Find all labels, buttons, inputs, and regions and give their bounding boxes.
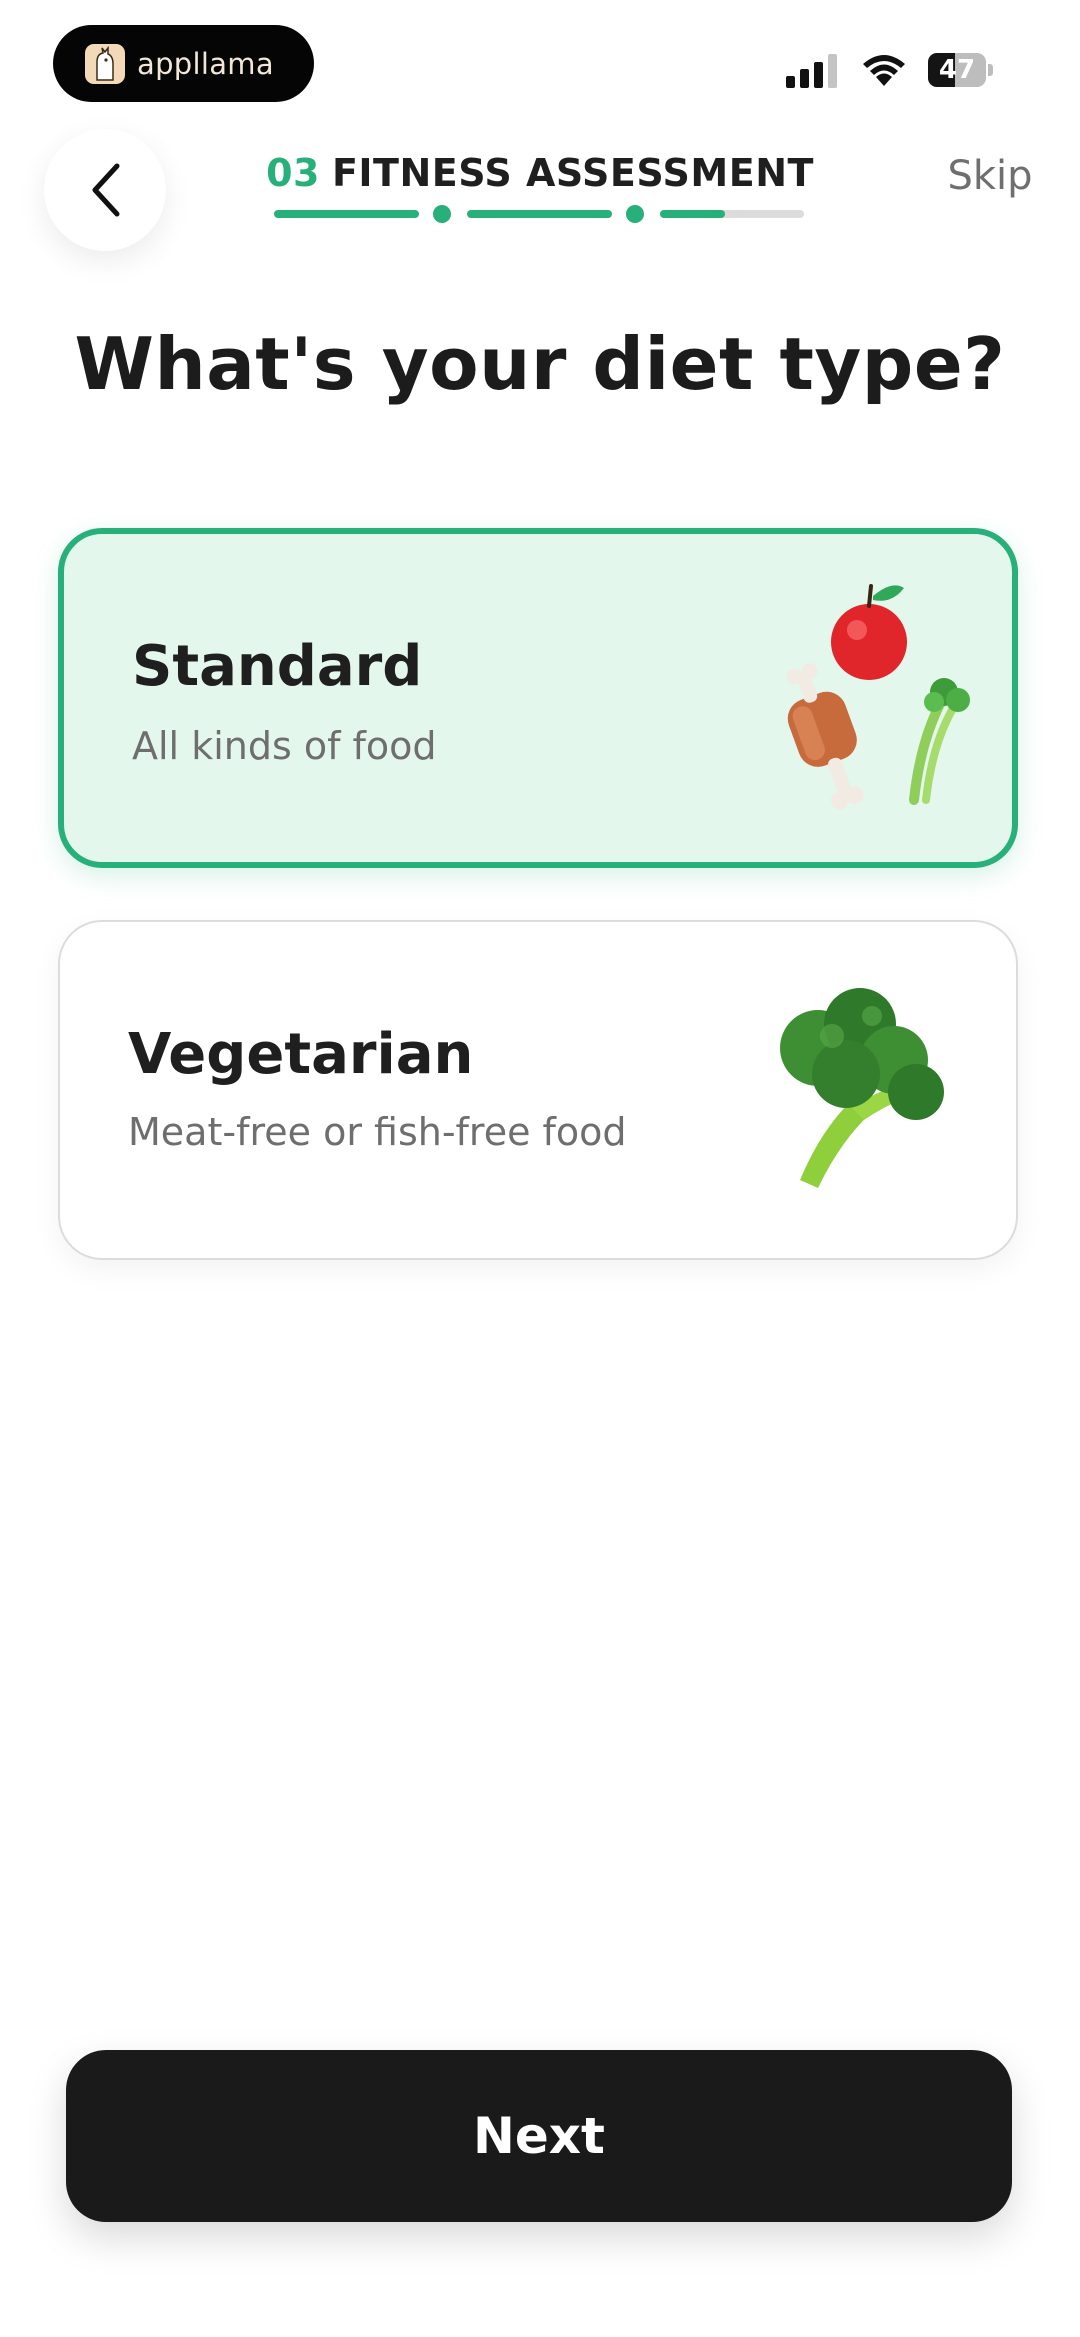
step-number: 03 xyxy=(266,151,320,195)
step-progress-bar xyxy=(274,205,804,223)
battery-nub xyxy=(988,64,993,76)
diet-option-vegetarian[interactable]: Vegetarian Meat-free or fish-free food xyxy=(58,920,1018,1260)
option-subtitle: Meat-free or fish-free food xyxy=(128,1110,627,1154)
skip-button[interactable]: Skip xyxy=(930,148,1050,204)
progress-segment-3-fill xyxy=(660,210,725,218)
progress-dot-1 xyxy=(433,205,451,223)
broccoli-icon xyxy=(780,988,944,1188)
step-name: FITNESS ASSESSMENT xyxy=(331,151,814,195)
progress-segment-1 xyxy=(274,210,419,218)
app-badge: appllama xyxy=(53,25,314,102)
wifi-icon xyxy=(863,55,905,86)
progress-dot-2 xyxy=(626,205,644,223)
next-button[interactable]: Next xyxy=(66,2050,1012,2222)
option-title: Vegetarian xyxy=(128,1022,474,1087)
apple-meat-celery-icon xyxy=(786,584,970,810)
progress-segment-2 xyxy=(467,210,612,218)
option-title: Standard xyxy=(132,634,423,699)
llama-logo-icon xyxy=(85,43,125,84)
step-title: 03 FITNESS ASSESSMENT xyxy=(230,148,850,198)
app-badge-text: appllama xyxy=(137,46,274,81)
chevron-left-icon xyxy=(92,163,120,217)
cellular-signal-icon xyxy=(786,54,837,88)
battery-indicator: 47 xyxy=(928,53,986,87)
battery-level: 47 xyxy=(938,55,976,85)
diet-option-standard[interactable]: Standard All kinds of food xyxy=(58,528,1018,868)
back-button[interactable] xyxy=(44,129,166,251)
page-title: What's your diet type? xyxy=(74,322,1006,406)
option-subtitle: All kinds of food xyxy=(132,724,437,768)
